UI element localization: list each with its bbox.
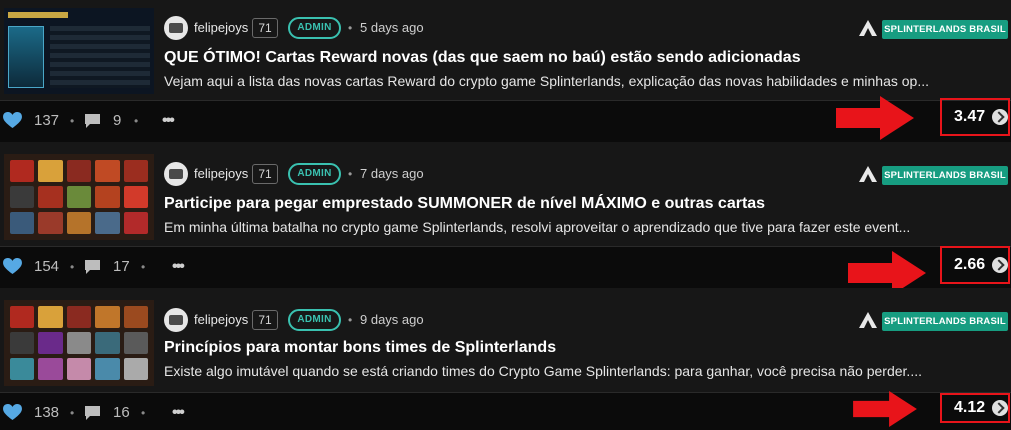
reputation-badge: 71 — [252, 310, 278, 330]
separator-dot: • — [348, 167, 353, 181]
post-body[interactable]: felipejoys 71 ADMIN • 9 days ago SPLINTE… — [0, 288, 1011, 392]
payout-highlight[interactable]: 2.66 — [940, 246, 1010, 284]
payout-highlight[interactable]: 4.12 — [940, 393, 1010, 423]
comment-count[interactable]: 16 — [113, 404, 130, 422]
separator-dot: • — [70, 260, 75, 274]
hive-icon — [992, 109, 1008, 125]
peak-logo-icon[interactable] — [857, 164, 879, 184]
separator-dot: • — [141, 406, 146, 420]
separator-dot: • — [70, 114, 75, 128]
role-badge: ADMIN — [288, 163, 341, 185]
post-thumbnail[interactable] — [4, 8, 154, 94]
post-title[interactable]: QUE ÓTIMO! Cartas Reward novas (das que … — [164, 48, 801, 68]
post-card[interactable]: felipejoys 71 ADMIN • 9 days ago SPLINTE… — [0, 288, 1011, 430]
more-icon[interactable]: ••• — [172, 405, 185, 421]
vote-count[interactable]: 138 — [34, 404, 59, 422]
post-date[interactable]: 5 days ago — [360, 20, 424, 36]
post-feed: felipejoys 71 ADMIN • 5 days ago SPLINTE… — [0, 0, 1011, 430]
post-title[interactable]: Princípios para montar bons times de Spl… — [164, 338, 556, 358]
reputation-badge: 71 — [252, 164, 278, 184]
separator-dot: • — [134, 114, 139, 128]
hive-icon — [992, 400, 1008, 416]
post-card[interactable]: felipejoys 71 ADMIN • 7 days ago SPLINTE… — [0, 142, 1011, 295]
author-name[interactable]: felipejoys — [194, 166, 248, 182]
community-badge[interactable]: SPLINTERLANDS BRASIL — [882, 166, 1008, 185]
post-thumbnail[interactable] — [4, 300, 154, 386]
post-excerpt[interactable]: Vejam aqui a lista das novas cartas Rewa… — [164, 72, 929, 90]
post-thumbnail[interactable] — [4, 154, 154, 240]
community-badge[interactable]: SPLINTERLANDS BRASIL — [882, 312, 1008, 331]
red-arrow-icon — [853, 391, 917, 427]
post-title[interactable]: Participe para pegar emprestado SUMMONER… — [164, 194, 765, 214]
separator-dot: • — [348, 313, 353, 327]
author-name[interactable]: felipejoys — [194, 312, 248, 328]
post-card[interactable]: felipejoys 71 ADMIN • 5 days ago SPLINTE… — [0, 0, 1011, 142]
comment-icon[interactable] — [84, 405, 101, 421]
post-footer: 154 • 17 • ••• 2.66 — [0, 246, 1011, 295]
author-name[interactable]: felipejoys — [194, 20, 248, 36]
role-badge: ADMIN — [288, 309, 341, 331]
avatar[interactable] — [164, 16, 188, 40]
more-icon[interactable]: ••• — [172, 259, 185, 275]
post-body[interactable]: felipejoys 71 ADMIN • 5 days ago SPLINTE… — [0, 0, 1011, 100]
post-date[interactable]: 7 days ago — [360, 166, 424, 182]
separator-dot: • — [348, 21, 353, 35]
payout-value[interactable]: 3.47 — [954, 108, 985, 126]
comment-icon[interactable] — [84, 259, 101, 275]
post-footer: 137 • 9 • ••• 3.47 — [0, 96, 1011, 142]
post-excerpt[interactable]: Existe algo imutável quando se está cria… — [164, 362, 922, 380]
comment-count[interactable]: 9 — [113, 112, 121, 130]
heart-icon[interactable] — [3, 112, 22, 129]
payout-value[interactable]: 4.12 — [954, 399, 985, 417]
more-icon[interactable]: ••• — [162, 113, 175, 129]
post-footer: 138 • 16 • ••• 4.12 — [0, 391, 1011, 430]
heart-icon[interactable] — [3, 404, 22, 421]
role-badge: ADMIN — [288, 17, 341, 39]
comment-count[interactable]: 17 — [113, 258, 130, 276]
comment-icon[interactable] — [84, 113, 101, 129]
reputation-badge: 71 — [252, 18, 278, 38]
payout-value[interactable]: 2.66 — [954, 256, 985, 274]
post-date[interactable]: 9 days ago — [360, 312, 424, 328]
avatar[interactable] — [164, 162, 188, 186]
post-excerpt[interactable]: Em minha última batalha no crypto game S… — [164, 218, 910, 236]
avatar[interactable] — [164, 308, 188, 332]
payout-highlight[interactable]: 3.47 — [940, 98, 1010, 136]
peak-logo-icon[interactable] — [857, 310, 879, 330]
post-body[interactable]: felipejoys 71 ADMIN • 7 days ago SPLINTE… — [0, 142, 1011, 246]
separator-dot: • — [141, 260, 146, 274]
heart-icon[interactable] — [3, 258, 22, 275]
community-badge[interactable]: SPLINTERLANDS BRASIL — [882, 20, 1008, 39]
peak-logo-icon[interactable] — [857, 18, 879, 38]
red-arrow-icon — [836, 96, 914, 140]
vote-count[interactable]: 154 — [34, 258, 59, 276]
hive-icon — [992, 257, 1008, 273]
separator-dot: • — [70, 406, 75, 420]
vote-count[interactable]: 137 — [34, 112, 59, 130]
